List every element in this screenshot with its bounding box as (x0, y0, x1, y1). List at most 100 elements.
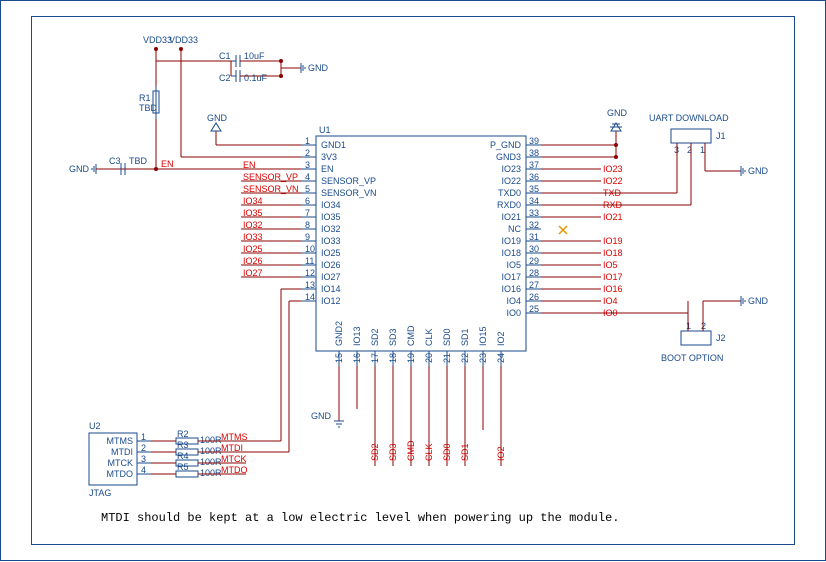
svg-text:3V3: 3V3 (321, 152, 337, 162)
svg-text:GND: GND (311, 411, 332, 421)
svg-text:TXD0: TXD0 (498, 188, 521, 198)
svg-text:0.1uF: 0.1uF (244, 73, 268, 83)
svg-text:IO25: IO25 (243, 244, 263, 254)
svg-text:39: 39 (529, 136, 539, 146)
svg-text:IO21: IO21 (603, 212, 623, 222)
svg-text:1: 1 (141, 432, 146, 442)
svg-text:P_GND: P_GND (490, 140, 522, 150)
svg-text:21: 21 (442, 353, 452, 363)
svg-text:EN: EN (161, 159, 174, 169)
svg-text:IO33: IO33 (321, 236, 341, 246)
svg-text:SD1: SD1 (460, 328, 470, 346)
svg-text:2: 2 (701, 321, 706, 331)
svg-text:R3: R3 (177, 440, 189, 450)
svg-text:IO14: IO14 (321, 284, 341, 294)
svg-text:10: 10 (305, 244, 315, 254)
svg-text:19: 19 (406, 353, 416, 363)
svg-text:23: 23 (478, 353, 488, 363)
svg-text:29: 29 (529, 256, 539, 266)
svg-text:10uF: 10uF (244, 51, 265, 61)
svg-text:U2: U2 (89, 421, 101, 431)
svg-text:8: 8 (305, 220, 310, 230)
svg-text:IO26: IO26 (321, 260, 341, 270)
svg-text:GND: GND (207, 113, 228, 123)
svg-text:GND: GND (607, 108, 628, 118)
svg-text:9: 9 (305, 232, 310, 242)
svg-text:MTDO: MTDO (221, 465, 248, 475)
svg-text:R4: R4 (177, 451, 189, 461)
svg-text:2: 2 (305, 148, 310, 158)
svg-text:IO18: IO18 (501, 248, 521, 258)
svg-text:SENSOR_VN: SENSOR_VN (321, 188, 377, 198)
gnd-caps: GND (281, 63, 329, 73)
svg-text:100R: 100R (200, 446, 222, 456)
svg-text:MTDI: MTDI (221, 443, 243, 453)
svg-text:J1: J1 (716, 131, 726, 141)
svg-text:4: 4 (305, 172, 310, 182)
gnd-right-top: GND (541, 108, 628, 159)
svg-text:IO27: IO27 (321, 272, 341, 282)
svg-text:IO22: IO22 (603, 176, 623, 186)
u1-ref: U1 (319, 125, 331, 135)
svg-text:CLK: CLK (424, 328, 434, 346)
nc-mark (559, 226, 567, 234)
svg-text:UART DOWNLOAD: UART DOWNLOAD (649, 113, 729, 123)
svg-text:100R: 100R (200, 468, 222, 478)
svg-text:IO26: IO26 (243, 256, 263, 266)
svg-text:IO13: IO13 (352, 326, 362, 346)
svg-text:MTDO: MTDO (107, 469, 134, 479)
svg-text:31: 31 (529, 232, 539, 242)
svg-text:VDD33: VDD33 (143, 35, 172, 45)
svg-text:C3: C3 (109, 156, 121, 166)
svg-text:14: 14 (305, 292, 315, 302)
svg-text:IO19: IO19 (501, 236, 521, 246)
svg-text:SENSOR_VP: SENSOR_VP (243, 172, 298, 182)
svg-text:MTCK: MTCK (108, 458, 134, 468)
svg-text:MTDI: MTDI (111, 447, 133, 457)
j2-connector: J2 BOOT OPTION 1 2 GND (661, 296, 769, 363)
svg-text:SENSOR_VP: SENSOR_VP (321, 176, 376, 186)
svg-text:100R: 100R (200, 457, 222, 467)
svg-text:IO27: IO27 (243, 268, 263, 278)
svg-text:R1: R1 (139, 93, 151, 103)
svg-text:IO25: IO25 (321, 248, 341, 258)
svg-text:IO32: IO32 (321, 224, 341, 234)
svg-text:2: 2 (141, 443, 146, 453)
svg-text:3: 3 (141, 454, 146, 464)
svg-text:TBD: TBD (129, 156, 148, 166)
svg-text:RXD0: RXD0 (497, 200, 521, 210)
svg-text:MTMS: MTMS (107, 436, 134, 446)
schematic-svg: U1 1GND123V33ENEN4SENSOR_VPSENSOR_VP5SEN… (1, 1, 826, 562)
svg-text:MTMS: MTMS (221, 432, 248, 442)
svg-text:6: 6 (305, 196, 310, 206)
svg-text:IO33: IO33 (243, 232, 263, 242)
note-text: MTDI should be kept at a low electric le… (101, 511, 619, 525)
svg-text:IO12: IO12 (321, 296, 341, 306)
svg-text:BOOT OPTION: BOOT OPTION (661, 353, 723, 363)
svg-text:EN: EN (321, 164, 334, 174)
svg-text:24: 24 (496, 353, 506, 363)
svg-text:TBD: TBD (139, 103, 158, 113)
svg-text:1: 1 (686, 321, 691, 331)
svg-text:IO35: IO35 (321, 212, 341, 222)
svg-text:JTAG: JTAG (89, 488, 111, 498)
svg-text:IO17: IO17 (603, 272, 623, 282)
svg-text:R2: R2 (177, 429, 189, 439)
svg-text:33: 33 (529, 208, 539, 218)
svg-text:IO16: IO16 (603, 284, 623, 294)
svg-text:MTCK: MTCK (221, 454, 247, 464)
cap-c3: C3 TBD GND (69, 156, 156, 175)
svg-text:IO19: IO19 (603, 236, 623, 246)
svg-text:SENSOR_VN: SENSOR_VN (243, 184, 299, 194)
cap-c1: C1 10uF (219, 51, 281, 67)
svg-text:IO22: IO22 (501, 176, 521, 186)
j1-connector: J1 UART DOWNLOAD 3 2 1 GND (649, 113, 769, 205)
svg-text:VDD33: VDD33 (169, 35, 198, 45)
svg-text:IO15: IO15 (478, 326, 488, 346)
svg-text:1: 1 (700, 145, 705, 155)
svg-text:38: 38 (529, 148, 539, 158)
svg-text:36: 36 (529, 172, 539, 182)
svg-text:34: 34 (529, 196, 539, 206)
svg-text:IO4: IO4 (603, 296, 618, 306)
svg-text:IO23: IO23 (603, 164, 623, 174)
